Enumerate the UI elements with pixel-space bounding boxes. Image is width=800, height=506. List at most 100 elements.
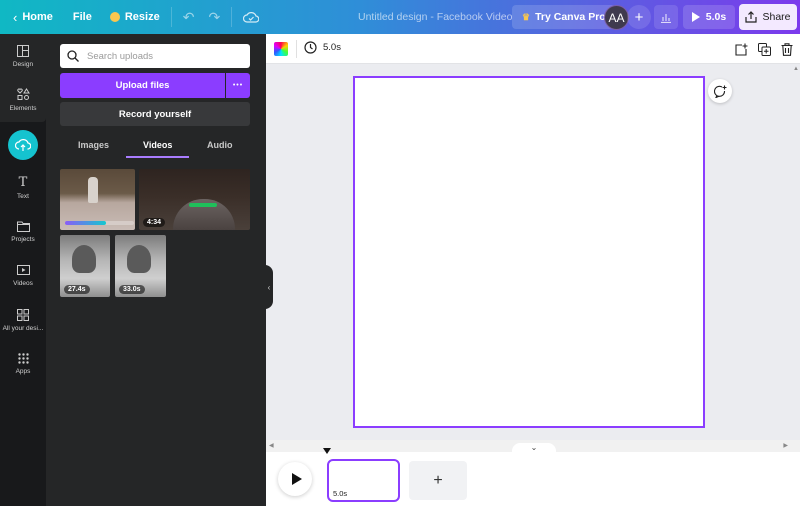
scroll-left-icon: ◀ [269,443,274,449]
sidebar-item-apps[interactable]: Apps [0,342,46,386]
tab-images[interactable]: Images [78,140,109,158]
video-thumbnail-1[interactable] [60,169,135,230]
cloud-upload-icon [15,138,31,151]
undo-button[interactable]: ↶ [176,4,202,30]
clock-icon [304,41,317,54]
timeline-scene[interactable]: 5.0s [327,459,400,502]
layout-icon [17,44,29,57]
sidebar-item-text[interactable]: T Text [0,166,46,210]
record-yourself-button[interactable]: Record yourself [60,102,250,126]
chevron-down-icon: ⌄ [530,443,538,452]
nav-label: Elements [9,105,37,112]
resize-button[interactable]: Resize [103,4,167,30]
vertical-scrollbar[interactable]: ▲ ▼ [792,64,800,452]
search-icon [67,50,79,62]
tab-audio[interactable]: Audio [207,140,233,158]
present-play-button[interactable]: 5.0s [683,5,735,29]
divider [231,7,233,27]
resize-label: Resize [124,11,160,23]
grid-icon [17,308,29,321]
sidebar-item-design[interactable]: Design [0,34,46,78]
add-page-button[interactable] [734,41,748,57]
home-button[interactable]: ‹ Home [6,4,60,30]
search-box[interactable] [60,44,250,68]
playhead-marker[interactable] [323,448,331,454]
girl-figure [72,245,96,273]
document-title[interactable]: Untitled design - Facebook Video [358,0,513,34]
background-color-button[interactable] [274,42,288,56]
video-thumbnail-4[interactable]: 33.0s [115,235,166,297]
collapse-panel-button[interactable]: ‹ [265,265,273,309]
duration-label: 5.0s [323,42,341,53]
file-menu-button[interactable]: File [66,4,99,30]
chevron-left-icon: ‹ [13,9,18,25]
share-label: Share [762,11,791,23]
duration-button[interactable]: 5.0s [304,41,341,54]
shapes-icon [16,88,30,100]
duration-badge: 4:34 [143,218,166,227]
folder-icon [16,221,30,232]
crown-icon [109,12,120,22]
upload-files-button[interactable]: Upload files [60,73,225,98]
share-upload-icon [745,11,758,23]
file-label: File [72,11,92,23]
cloud-save-button[interactable] [236,4,266,30]
side-nav: Design Elements T Text Projects Videos A… [0,34,46,506]
dog-figure [88,177,98,203]
green-liquid [189,203,217,207]
comment-add-icon [713,85,726,98]
search-input[interactable] [87,50,237,62]
upload-progress-fill [65,221,107,225]
redo-icon: ↷ [208,8,221,25]
redo-button[interactable]: ↷ [201,4,227,30]
add-scene-button[interactable]: + [409,461,467,500]
sidebar-item-elements[interactable]: Elements [0,78,46,122]
cloud-check-icon [243,12,260,23]
nav-label: Design [12,60,34,68]
upload-progress-bar [65,221,134,225]
video-thumbnail-3[interactable]: 27.4s [60,235,110,297]
try-pro-label: Try Canva Pro [535,11,606,23]
crown-icon: ♛ [522,11,531,22]
active-tab-indicator [126,156,189,158]
add-collaborator-button[interactable]: + [627,5,651,29]
duplicate-icon [757,42,771,56]
add-comment-button[interactable] [708,79,732,103]
bar-chart-icon [661,13,671,23]
sidebar-item-all-designs[interactable]: All your desi... [0,298,46,342]
avatar[interactable]: AA [604,5,629,30]
scroll-up-icon: ▲ [793,66,799,72]
trash-icon [781,42,793,56]
add-page-icon [734,43,747,56]
undo-icon: ↶ [182,8,195,25]
nav-label: Text [17,192,29,200]
design-page[interactable] [353,76,705,428]
video-thumbnail-2[interactable]: 4:34 [139,169,250,230]
try-canva-pro-button[interactable]: ♛ Try Canva Pro [512,5,616,29]
upload-more-options-button[interactable]: ••• [226,73,250,98]
sidebar-item-uploads[interactable] [8,130,38,160]
chevron-left-icon: ‹ [267,282,271,292]
sidebar-item-projects[interactable]: Projects [0,210,46,254]
apps-icon [17,353,29,364]
play-icon [691,12,700,22]
divider [170,7,172,27]
play-icon [291,473,302,485]
divider [296,40,297,58]
more-icon: ••• [232,82,244,89]
duplicate-page-button[interactable] [757,41,771,57]
delete-page-button[interactable] [780,41,794,57]
sidebar-item-videos[interactable]: Videos [0,254,46,298]
canvas-toolbar: 5.0s [266,34,800,64]
timeline-play-button[interactable] [278,462,312,496]
text-icon: T [18,174,28,190]
share-button[interactable]: Share [739,4,797,30]
girl-figure [127,245,151,273]
insights-button[interactable] [654,5,678,29]
nav-label: Projects [11,236,35,243]
home-label: Home [22,11,53,23]
play-duration-label: 5.0s [705,11,727,23]
scroll-right-icon: ▶ [783,443,788,449]
plus-icon: + [634,8,644,26]
duration-badge: 27.4s [64,285,90,294]
